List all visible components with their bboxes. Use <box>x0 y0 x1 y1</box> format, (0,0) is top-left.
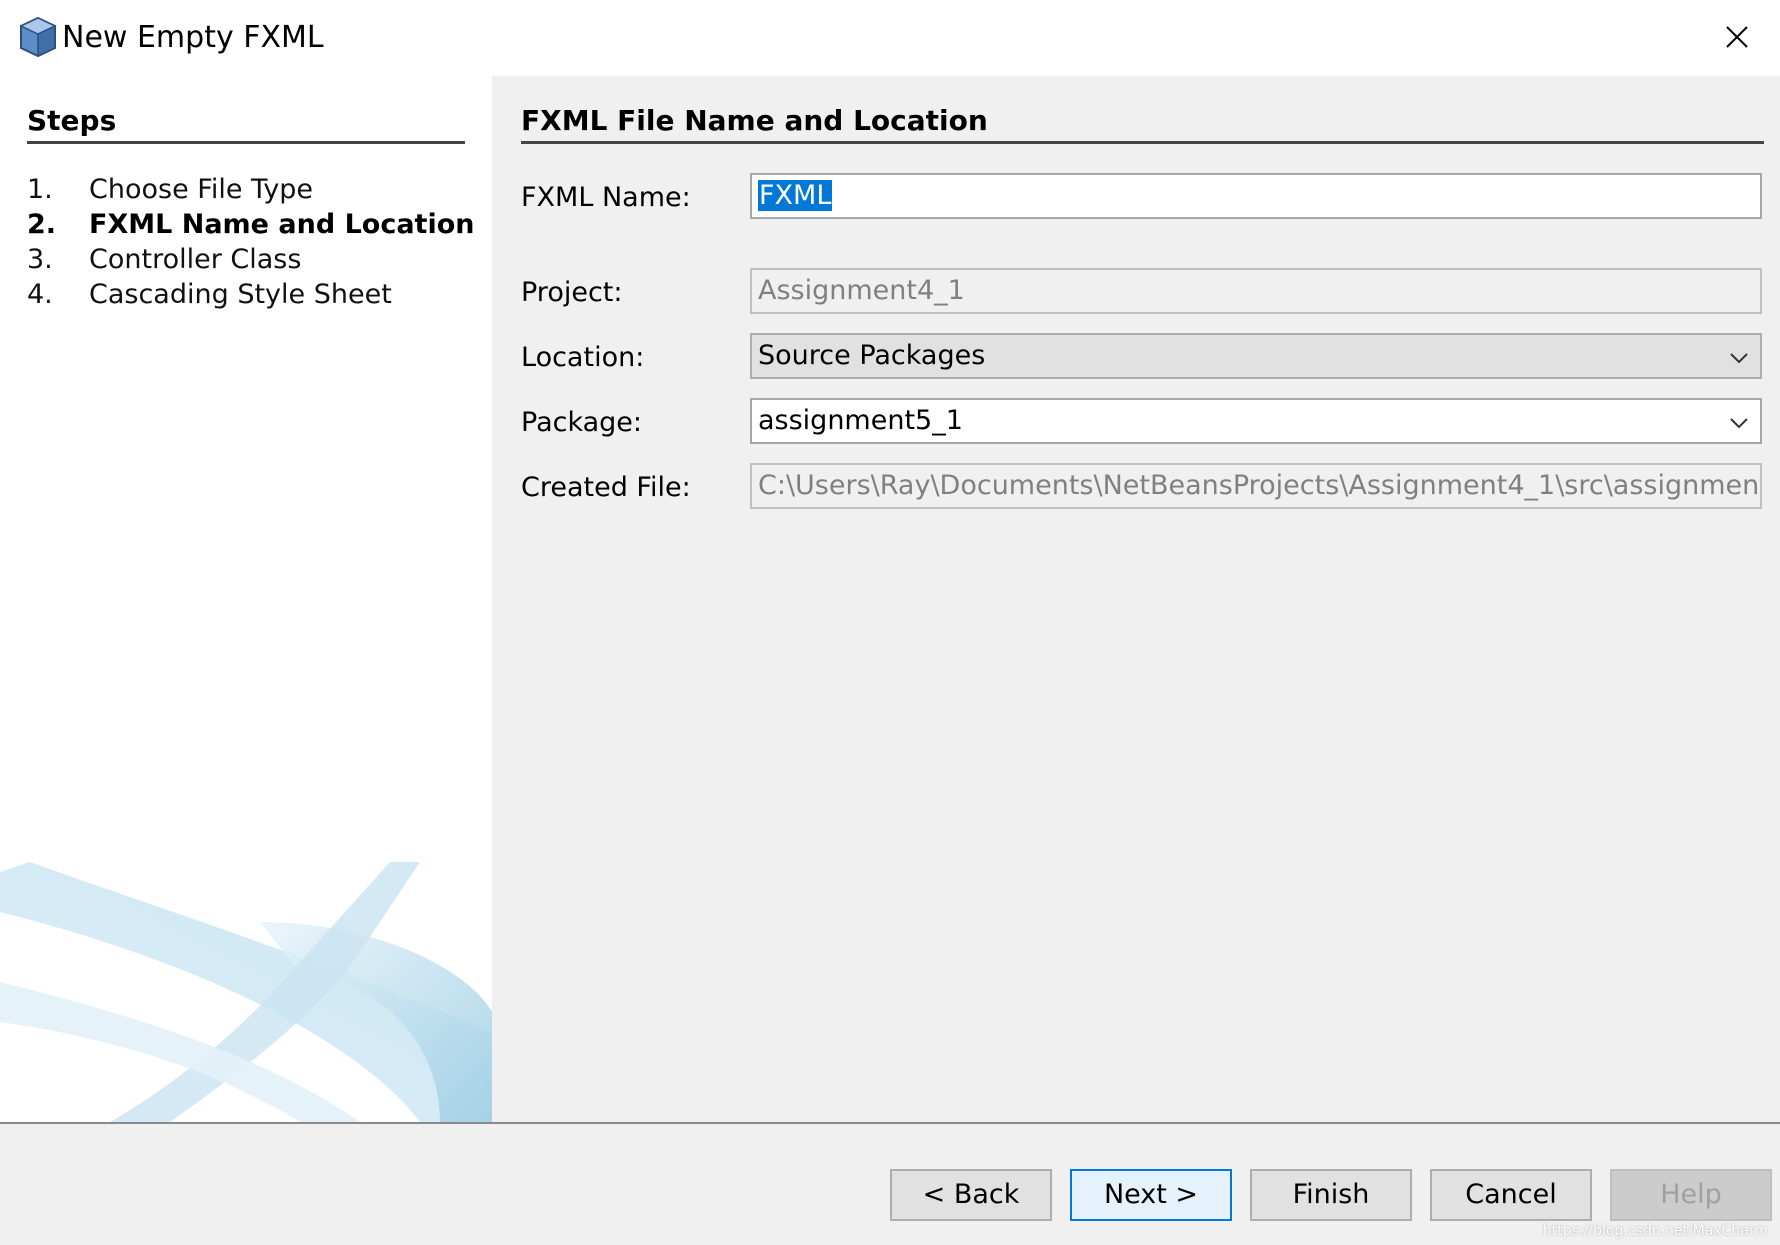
close-icon <box>1726 26 1748 48</box>
back-button[interactable]: < Back <box>890 1169 1052 1221</box>
created-file-field: C:\Users\Ray\Documents\NetBeansProjects\… <box>750 463 1762 509</box>
step-label: Controller Class <box>89 244 302 275</box>
netbeans-cube-icon <box>19 16 57 58</box>
chevron-down-icon <box>1730 353 1748 364</box>
help-button[interactable]: Help <box>1610 1169 1772 1221</box>
finish-button[interactable]: Finish <box>1250 1169 1412 1221</box>
steps-pane: Steps 1. Choose File Type 2. FXML Name and… <box>0 76 492 1122</box>
fxml-name-input[interactable]: FXML <box>750 173 1762 219</box>
step-number: 2. <box>27 209 57 240</box>
project-field: Assignment4_1 <box>750 268 1762 314</box>
next-button[interactable]: Next > <box>1070 1169 1232 1221</box>
section-divider <box>521 141 1764 144</box>
watermark-text: https://blog.csdn.net/MaxCharm <box>1542 1223 1768 1239</box>
steps-heading: Steps <box>27 104 117 137</box>
step-item-2: 2. FXML Name and Location <box>27 207 474 242</box>
step-number: 1. <box>27 174 53 205</box>
project-value: Assignment4_1 <box>758 275 965 306</box>
section-heading: FXML File Name and Location <box>521 104 988 137</box>
window-title: New Empty FXML <box>62 20 324 55</box>
step-label: Cascading Style Sheet <box>89 279 392 310</box>
fxml-name-value: FXML <box>758 180 833 211</box>
button-bar: < Back Next > Finish Cancel Help https:/… <box>0 1122 1780 1245</box>
chevron-down-icon <box>1730 418 1748 429</box>
package-label: Package: <box>521 407 643 438</box>
location-dropdown[interactable]: Source Packages <box>750 333 1762 379</box>
decorative-swoosh-graphic <box>0 862 492 1122</box>
step-number: 4. <box>27 279 53 310</box>
created-file-value: C:\Users\Ray\Documents\NetBeansProjects\… <box>758 470 1760 501</box>
title-bar: New Empty FXML <box>0 0 1780 76</box>
dialog-window: New Empty FXML Steps 1. Choose File Type … <box>0 0 1780 1245</box>
steps-list: 1. Choose File Type 2. FXML Name and Locat… <box>27 172 474 312</box>
step-label: Choose File Type <box>89 174 314 205</box>
package-value: assignment5_1 <box>758 405 963 436</box>
step-item-1: 1. Choose File Type <box>27 172 474 207</box>
step-item-4: 4. Cascading Style Sheet <box>27 277 474 312</box>
fxml-name-label: FXML Name: <box>521 182 691 213</box>
steps-divider <box>27 141 465 144</box>
project-label: Project: <box>521 277 623 308</box>
close-button[interactable] <box>1714 14 1760 60</box>
created-file-label: Created File: <box>521 472 691 503</box>
package-combo[interactable]: assignment5_1 <box>750 398 1762 444</box>
step-number: 3. <box>27 244 53 275</box>
step-label: FXML Name and Location <box>89 209 475 240</box>
content-pane: FXML File Name and Location FXML Name: F… <box>492 76 1780 1122</box>
cancel-button[interactable]: Cancel <box>1430 1169 1592 1221</box>
location-label: Location: <box>521 342 645 373</box>
location-value: Source Packages <box>758 340 986 371</box>
step-item-3: 3. Controller Class <box>27 242 474 277</box>
